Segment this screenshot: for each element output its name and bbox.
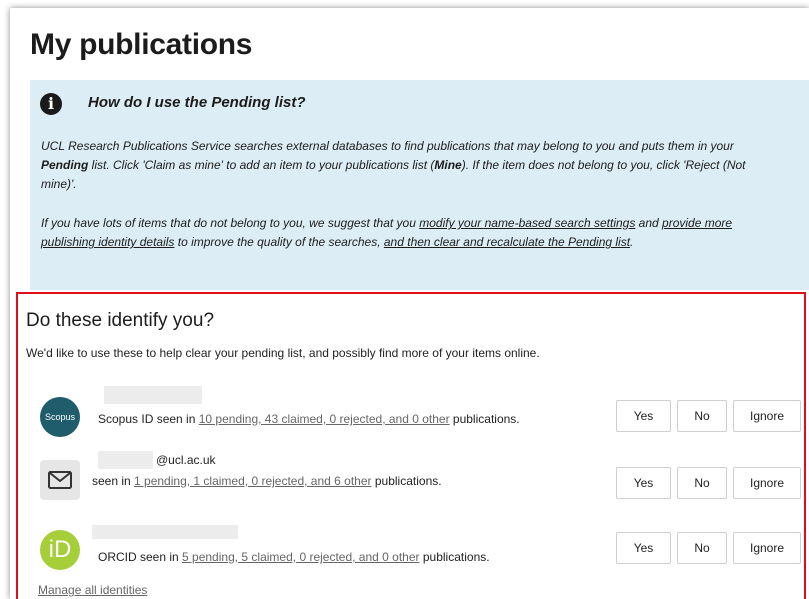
identity-row-scopus: Scopus Scopus ID seen in 10 pending, 43 … [18, 386, 804, 446]
identify-title: Do these identify you? [26, 310, 215, 331]
identify-panel: Do these identify you? We'd like to use … [16, 292, 806, 599]
redacted-orcid [92, 525, 238, 539]
yes-button[interactable]: Yes [616, 400, 671, 432]
ignore-button[interactable]: Ignore [733, 467, 801, 499]
identity-row-orcid: iD ORCID seen in 5 pending, 5 claimed, 0… [18, 519, 804, 579]
email-domain: @ucl.ac.uk [156, 453, 216, 467]
ignore-button[interactable]: Ignore [733, 400, 801, 432]
name-search-settings-link[interactable]: modify your name-based search settings [419, 216, 635, 230]
help-paragraph-1: UCL Research Publications Service search… [41, 139, 746, 191]
no-button[interactable]: No [677, 532, 727, 564]
redacted-id [104, 386, 202, 404]
help-paragraph-2: If you have lots of items that do not be… [41, 216, 733, 249]
redacted-email [98, 451, 153, 469]
envelope-icon [40, 460, 80, 500]
orcid-publications-link[interactable]: 5 pending, 5 claimed, 0 rejected, and 0 … [182, 550, 420, 564]
no-button[interactable]: No [677, 400, 727, 432]
identity-text: Scopus ID seen in 10 pending, 43 claimed… [98, 412, 520, 426]
email-publications-link[interactable]: 1 pending, 1 claimed, 0 rejected, and 6 … [134, 474, 372, 488]
info-icon: i [40, 93, 62, 115]
identify-subtitle: We'd like to use these to help clear you… [26, 346, 540, 360]
help-heading: How do I use the Pending list? [88, 94, 306, 111]
identity-text: ORCID seen in 5 pending, 5 claimed, 0 re… [98, 550, 490, 564]
pending-help-box: i How do I use the Pending list? UCL Res… [30, 80, 809, 290]
identity-text: seen in 1 pending, 1 claimed, 0 rejected… [92, 474, 442, 488]
no-button[interactable]: No [677, 467, 727, 499]
yes-button[interactable]: Yes [616, 532, 671, 564]
identity-row-email: @ucl.ac.uk seen in 1 pending, 1 claimed,… [18, 451, 804, 511]
scopus-publications-link[interactable]: 10 pending, 43 claimed, 0 rejected, and … [199, 412, 450, 426]
manage-identities-link[interactable]: Manage all identities [38, 583, 147, 597]
orcid-icon: iD [40, 530, 80, 570]
yes-button[interactable]: Yes [616, 467, 671, 499]
ignore-button[interactable]: Ignore [733, 532, 801, 564]
page-title: My publications [30, 28, 253, 61]
scopus-icon: Scopus [40, 397, 80, 437]
recalculate-pending-link[interactable]: and then clear and recalculate the Pendi… [384, 235, 630, 249]
